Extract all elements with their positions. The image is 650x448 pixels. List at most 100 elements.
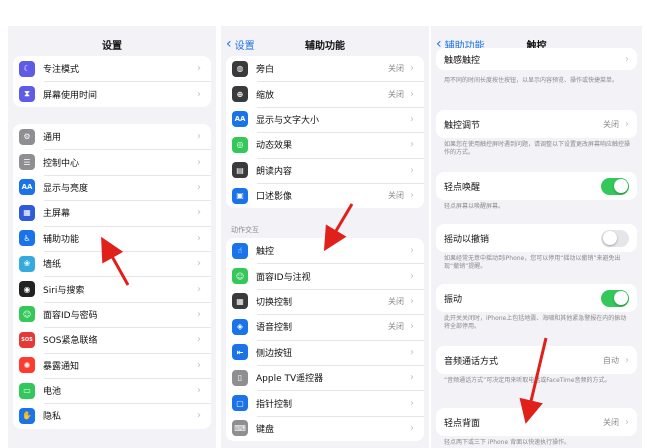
row-label: 音频通话方式 [444,356,499,367]
touch-icon: ☝ [232,242,248,259]
accessibility-row[interactable]: ⊕ 缩放 关闭 › [226,81,424,106]
settings-row[interactable]: ◉ Siri与搜索 › [13,276,211,301]
chevron-right-icon: › [410,422,414,434]
section-header: 动作交互 [231,226,259,234]
interaction-group: ☝ 触控 › ☺ 面容ID与注视 › ▦ 切换控制 关闭 › ◈ 语音控制 关闭 › ⇤ 侧边按钮 › ▯ Appl… [226,238,424,442]
row-label: 辅助功能 [43,234,80,245]
chevron-right-icon: › [197,207,201,219]
call-audio-routing-row[interactable]: 音频通话方式 自动 › [436,346,637,374]
tap-to-wake-toggle[interactable] [601,177,629,195]
settings-row[interactable]: ☺ 面容ID与密码 › [13,301,211,327]
settings-row[interactable]: ♿ 辅助功能 › [13,225,211,251]
row-label: 动态效果 [256,141,293,152]
row-label: 口述影像 [256,192,293,203]
speech-icon: ▤ [232,162,248,179]
settings-row[interactable]: ✋ 隐私 › [13,403,211,428]
haptic-touch-row[interactable]: 触感触控 › [436,48,637,70]
chevron-right-icon: › [625,416,629,428]
chevron-right-icon: › [625,53,629,65]
row-label: 缩放 [256,90,275,101]
remote-icon: ▯ [232,369,248,386]
motion-icon: ◎ [232,136,248,153]
chevron-right-icon: › [410,397,414,409]
home-grid-icon: ▦ [19,204,35,221]
accessibility-row[interactable]: ◈ 语音控制 关闭 › [226,314,424,339]
hand-icon: ✋ [19,407,35,424]
row-label: 电池 [43,387,62,398]
row-value: 关闭 [388,89,404,99]
row-label: 朗读内容 [256,166,293,177]
row-label: 面容ID与密码 [43,310,98,321]
settings-row[interactable]: AA 显示与亮度 › [13,174,211,200]
side-button-icon: ⇤ [232,344,248,361]
accessibility-row[interactable]: ▦ 切换控制 关闭 › [226,288,424,314]
chevron-right-icon: › [197,359,201,371]
row-label: 触控调节 [444,120,481,131]
vision-group: ◍ 旁白 关闭 › ⊕ 缩放 关闭 › AA 显示与文字大小 › ◎ 动态效果 › ▤ 朗读内容 › ▣ 口述影像关… [226,56,424,209]
settings-row[interactable]: ☰ 控制中心 › [13,149,211,174]
settings-row[interactable]: ☾ 专注模式 › [13,56,211,81]
accessibility-row[interactable]: ▢ 指针控制 › [226,390,424,415]
row-label: 摇动以撤销 [444,234,490,245]
tap-to-wake-row: 轻点唤醒 [436,172,637,200]
shake-to-undo-toggle[interactable] [601,229,629,247]
settings-row[interactable]: ⚙ 通用 › [13,124,211,149]
settings-row[interactable]: ▭ 电池 › [13,377,211,403]
back-tap-row[interactable]: 轻点背面 关闭 › [436,408,637,436]
accessibility-row[interactable]: ⇤ 侧边按钮 › [226,339,424,365]
chevron-right-icon: › [410,139,414,151]
haptic-description: 用不同的时间长度按住按钮，以显示内容预览、操作或快捷菜单。 [444,77,619,84]
row-label: Siri与搜索 [43,285,85,296]
accessibility-row[interactable]: ◎ 动态效果 › [226,132,424,157]
row-label: 显示与亮度 [43,183,89,194]
accessibility-row[interactable]: ▯ Apple TV遥控器 › [226,364,424,390]
touch-accommodations-row[interactable]: 触控调节 关闭 › [436,110,637,138]
settings-row[interactable]: ❀ 墙纸 › [13,250,211,276]
chevron-right-icon: › [197,334,201,346]
row-label: 切换控制 [256,297,293,308]
shake-to-undo-row: 摇动以撤销 [436,224,637,252]
accessibility-row[interactable]: AA 显示与文字大小 › [226,106,424,132]
accessibility-row[interactable]: ▤ 朗读内容 › [226,157,424,183]
vibration-toggle[interactable] [601,289,629,307]
chevron-right-icon: › [197,181,201,193]
battery-icon: ▭ [19,382,35,399]
chevron-right-icon: › [410,321,414,333]
settings-row[interactable]: SOS SOS紧急联络 › [13,327,211,352]
chevron-right-icon: › [410,346,414,358]
tap-to-wake-description: 轻点屏幕以唤醒屏幕。 [444,203,505,210]
chevron-right-icon: › [197,283,201,295]
chevron-right-icon: › [410,88,414,100]
settings-row[interactable]: ▦ 主屏幕 › [13,200,211,225]
back-label: 设置 [234,40,255,52]
chevron-right-icon: › [197,63,201,75]
sos-icon: SOS [19,331,35,348]
row-label: 显示与文字大小 [256,115,320,126]
row-label: 面容ID与注视 [256,272,311,283]
row-label: 控制中心 [43,158,80,169]
row-label: 键盘 [256,424,275,435]
accessibility-row[interactable]: ⌨ 键盘 › [226,415,424,441]
wallpaper-icon: ❀ [19,255,35,272]
voiceover-icon: ◍ [232,60,248,77]
settings-row[interactable]: ✺ 暴露通知 › [13,352,211,378]
accessibility-row[interactable]: ▣ 口述影像 关闭 › [226,182,424,208]
row-value: 关闭 [388,191,404,201]
chevron-right-icon: › [197,131,201,143]
accessibility-row[interactable]: ◍ 旁白 关闭 › [226,56,424,81]
toggle-knob [613,179,628,193]
row-value: 自动 [603,355,619,365]
row-value: 关闭 [603,119,619,129]
settings-row[interactable]: ⧗ 屏幕使用时间 › [13,81,211,106]
accessibility-row[interactable]: ☝ 触控 › [226,238,424,263]
accessibility-row[interactable]: ☺ 面容ID与注视 › [226,263,424,288]
shake-to-undo-description: 如果经常无意中摇动到iPhone，您可以停用“摇动以撤销”来避免出现“撤销”提醒… [444,255,621,270]
settings-group-main: ⚙ 通用 › ☰ 控制中心 › AA 显示与亮度 › ▦ 主屏幕 › ♿ 辅助功能 › ❀ 墙纸 › ◉ Siri与搜… [13,124,211,429]
row-label: 旁白 [256,65,275,76]
moon-icon: ☾ [19,60,35,77]
pointer-icon: ▢ [232,395,248,412]
row-value: 关闭 [603,417,619,427]
touch-panel: ‹ 辅助功能 触控 触感触控 › 用不同的时间长度按住按钮，以显示内容预览、操作或… [431,26,642,448]
exposure-icon: ✺ [19,357,35,374]
page-title: 设置 [102,40,122,52]
